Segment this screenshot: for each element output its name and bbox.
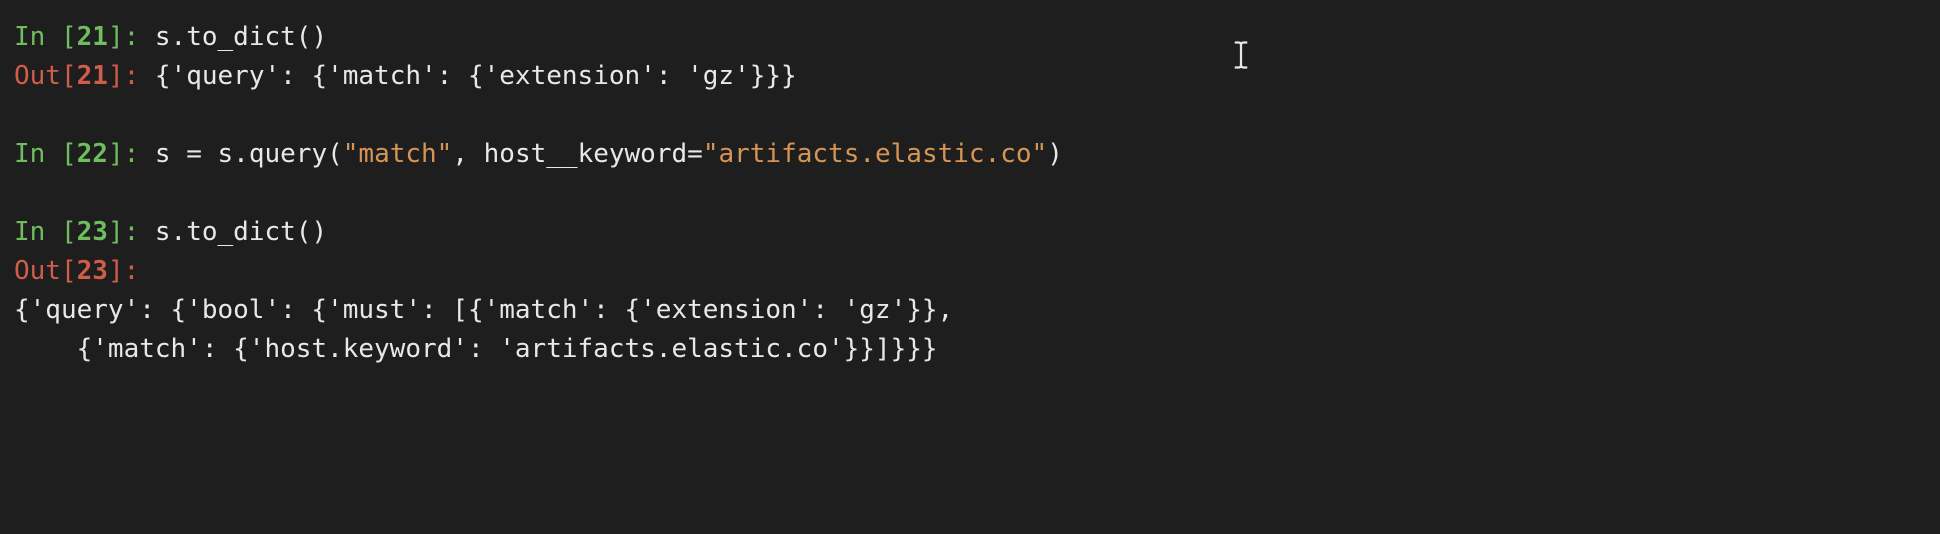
blank-line bbox=[14, 96, 1926, 135]
output-line-23b: {'match': {'host.keyword': 'artifacts.el… bbox=[14, 330, 1926, 369]
code-text: s.to_dict() bbox=[155, 217, 327, 247]
out-prompt-suffix: ]: bbox=[108, 256, 139, 286]
output-text: {'match': {'host.keyword': 'artifacts.el… bbox=[14, 334, 938, 364]
in-prompt-prefix: In [ bbox=[14, 217, 77, 247]
input-line-21: In [21]: s.to_dict() bbox=[14, 18, 1926, 57]
out-prompt-number: 23 bbox=[77, 256, 108, 286]
string-literal: "artifacts.elastic.co" bbox=[703, 139, 1047, 169]
input-line-23: In [23]: s.to_dict() bbox=[14, 213, 1926, 252]
in-prompt-prefix: In [ bbox=[14, 139, 77, 169]
string-literal: "match" bbox=[343, 139, 453, 169]
code-text: s bbox=[155, 139, 186, 169]
code-text: s.query( bbox=[202, 139, 343, 169]
equals-sign: = bbox=[687, 139, 703, 169]
in-prompt-number: 23 bbox=[77, 217, 108, 247]
code-text: , host__keyword bbox=[452, 139, 687, 169]
out-prompt-prefix: Out[ bbox=[14, 61, 77, 91]
output-text: {'query': {'bool': {'must': [{'match': {… bbox=[14, 295, 953, 325]
in-prompt-number: 21 bbox=[77, 22, 108, 52]
terminal-output[interactable]: In [21]: s.to_dict() Out[21]: {'query': … bbox=[14, 18, 1926, 369]
code-text: s.to_dict() bbox=[155, 22, 327, 52]
code-text: ) bbox=[1047, 139, 1063, 169]
input-line-22: In [22]: s = s.query("match", host__keyw… bbox=[14, 135, 1926, 174]
in-prompt-suffix: ]: bbox=[108, 139, 155, 169]
in-prompt-number: 22 bbox=[77, 139, 108, 169]
out-prompt-suffix: ]: bbox=[108, 61, 155, 91]
output-text: {'query': {'match': {'extension': 'gz'}}… bbox=[155, 61, 797, 91]
blank-line bbox=[14, 174, 1926, 213]
in-prompt-prefix: In [ bbox=[14, 22, 77, 52]
in-prompt-suffix: ]: bbox=[108, 22, 155, 52]
output-line-21: Out[21]: {'query': {'match': {'extension… bbox=[14, 57, 1926, 96]
output-line-23a: {'query': {'bool': {'must': [{'match': {… bbox=[14, 291, 1926, 330]
in-prompt-suffix: ]: bbox=[108, 217, 155, 247]
equals-sign: = bbox=[186, 139, 202, 169]
out-prompt-prefix: Out[ bbox=[14, 256, 77, 286]
output-prompt-23: Out[23]: bbox=[14, 252, 1926, 291]
out-prompt-number: 21 bbox=[77, 61, 108, 91]
